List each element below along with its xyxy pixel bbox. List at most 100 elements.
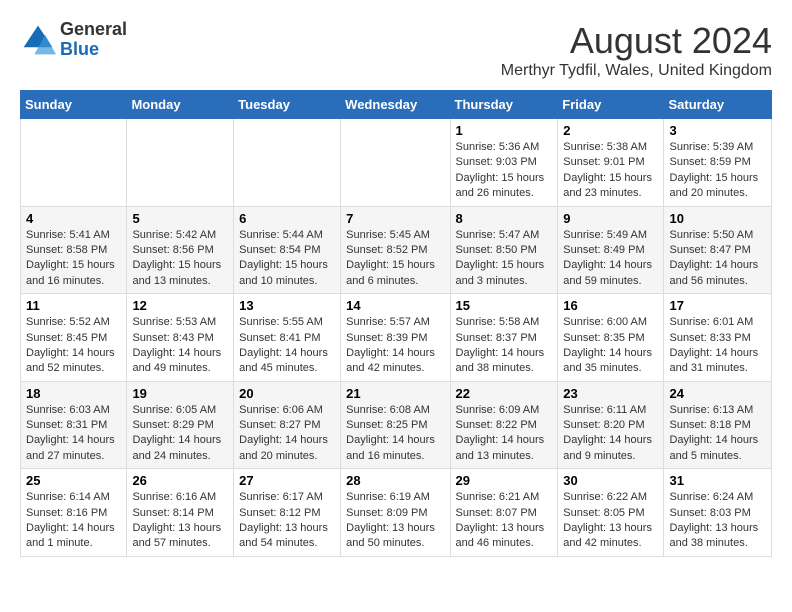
calendar-cell: 13Sunrise: 5:55 AMSunset: 8:41 PMDayligh… (234, 294, 341, 382)
weekday-header-row: SundayMondayTuesdayWednesdayThursdayFrid… (21, 91, 772, 119)
cell-info: Sunset: 8:59 PM (669, 155, 766, 170)
day-number: 3 (669, 123, 766, 138)
calendar-cell: 15Sunrise: 5:58 AMSunset: 8:37 PMDayligh… (450, 294, 558, 382)
calendar-cell: 28Sunrise: 6:19 AMSunset: 8:09 PMDayligh… (341, 469, 450, 557)
cell-info: Daylight: 14 hours and 59 minutes. (563, 258, 658, 289)
day-number: 22 (456, 386, 553, 401)
cell-info: Sunrise: 5:52 AM (26, 315, 121, 330)
weekday-header-monday: Monday (127, 91, 234, 119)
cell-info: Daylight: 14 hours and 13 minutes. (456, 433, 553, 464)
calendar-table: SundayMondayTuesdayWednesdayThursdayFrid… (20, 90, 772, 557)
cell-info: Sunrise: 6:22 AM (563, 490, 658, 505)
calendar-cell: 8Sunrise: 5:47 AMSunset: 8:50 PMDaylight… (450, 206, 558, 294)
day-number: 25 (26, 473, 121, 488)
day-number: 1 (456, 123, 553, 138)
calendar-cell: 4Sunrise: 5:41 AMSunset: 8:58 PMDaylight… (21, 206, 127, 294)
day-number: 12 (132, 298, 228, 313)
calendar-cell: 2Sunrise: 5:38 AMSunset: 9:01 PMDaylight… (558, 119, 664, 207)
cell-info: Sunrise: 6:03 AM (26, 403, 121, 418)
calendar-cell: 25Sunrise: 6:14 AMSunset: 8:16 PMDayligh… (21, 469, 127, 557)
cell-info: Sunrise: 5:57 AM (346, 315, 444, 330)
calendar-cell: 31Sunrise: 6:24 AMSunset: 8:03 PMDayligh… (664, 469, 772, 557)
weekday-header-saturday: Saturday (664, 91, 772, 119)
cell-info: Daylight: 14 hours and 52 minutes. (26, 346, 121, 377)
cell-info: Sunrise: 6:00 AM (563, 315, 658, 330)
day-number: 28 (346, 473, 444, 488)
day-number: 8 (456, 211, 553, 226)
cell-info: Sunrise: 6:01 AM (669, 315, 766, 330)
calendar-cell: 9Sunrise: 5:49 AMSunset: 8:49 PMDaylight… (558, 206, 664, 294)
cell-info: Daylight: 13 hours and 46 minutes. (456, 521, 553, 552)
day-number: 27 (239, 473, 335, 488)
day-number: 11 (26, 298, 121, 313)
cell-info: Sunset: 8:37 PM (456, 331, 553, 346)
cell-info: Daylight: 14 hours and 35 minutes. (563, 346, 658, 377)
day-number: 6 (239, 211, 335, 226)
cell-info: Sunset: 8:56 PM (132, 243, 228, 258)
cell-info: Daylight: 15 hours and 20 minutes. (669, 171, 766, 202)
cell-info: Sunrise: 6:11 AM (563, 403, 658, 418)
cell-info: Sunset: 8:33 PM (669, 331, 766, 346)
day-number: 29 (456, 473, 553, 488)
calendar-cell: 21Sunrise: 6:08 AMSunset: 8:25 PMDayligh… (341, 381, 450, 469)
cell-info: Daylight: 14 hours and 27 minutes. (26, 433, 121, 464)
calendar-cell: 30Sunrise: 6:22 AMSunset: 8:05 PMDayligh… (558, 469, 664, 557)
cell-info: Sunrise: 6:24 AM (669, 490, 766, 505)
calendar-cell (341, 119, 450, 207)
cell-info: Sunrise: 5:38 AM (563, 140, 658, 155)
calendar-cell (21, 119, 127, 207)
cell-info: Daylight: 14 hours and 5 minutes. (669, 433, 766, 464)
cell-info: Daylight: 15 hours and 6 minutes. (346, 258, 444, 289)
cell-info: Daylight: 14 hours and 20 minutes. (239, 433, 335, 464)
calendar-cell: 18 Sunrise: 6:03 AMSunset: 8:31 PMDayligh… (21, 381, 127, 469)
calendar-cell: 5Sunrise: 5:42 AMSunset: 8:56 PMDaylight… (127, 206, 234, 294)
cell-info: Sunrise: 5:47 AM (456, 228, 553, 243)
calendar-cell: 27Sunrise: 6:17 AMSunset: 8:12 PMDayligh… (234, 469, 341, 557)
cell-info: Sunrise: 6:21 AM (456, 490, 553, 505)
calendar-cell: 22Sunrise: 6:09 AMSunset: 8:22 PMDayligh… (450, 381, 558, 469)
cell-info: Sunrise: 5:39 AM (669, 140, 766, 155)
week-row-3: 11Sunrise: 5:52 AMSunset: 8:45 PMDayligh… (21, 294, 772, 382)
cell-info: Sunrise: 6:17 AM (239, 490, 335, 505)
cell-info: Daylight: 14 hours and 24 minutes. (132, 433, 228, 464)
cell-info: Daylight: 14 hours and 38 minutes. (456, 346, 553, 377)
cell-info: Sunrise: 6:06 AM (239, 403, 335, 418)
cell-info: Sunset: 8:50 PM (456, 243, 553, 258)
location-text: Merthyr Tydfil, Wales, United Kingdom (501, 62, 772, 80)
logo: General Blue (20, 20, 127, 60)
cell-info: Sunset: 8:14 PM (132, 506, 228, 521)
cell-info: Sunset: 8:41 PM (239, 331, 335, 346)
cell-info: Sunset: 8:35 PM (563, 331, 658, 346)
calendar-cell: 12Sunrise: 5:53 AMSunset: 8:43 PMDayligh… (127, 294, 234, 382)
title-block: August 2024 Merthyr Tydfil, Wales, Unite… (501, 20, 772, 80)
day-number: 2 (563, 123, 658, 138)
weekday-header-tuesday: Tuesday (234, 91, 341, 119)
calendar-cell: 16 Sunrise: 6:00 AMSunset: 8:35 PMDayligh… (558, 294, 664, 382)
cell-info: Sunrise: 5:55 AM (239, 315, 335, 330)
cell-info: Daylight: 15 hours and 26 minutes. (456, 171, 553, 202)
day-number: 16 (563, 298, 658, 313)
calendar-cell: 11Sunrise: 5:52 AMSunset: 8:45 PMDayligh… (21, 294, 127, 382)
cell-info: Sunset: 8:18 PM (669, 418, 766, 433)
cell-info: Sunset: 8:22 PM (456, 418, 553, 433)
day-number: 13 (239, 298, 335, 313)
cell-info: Daylight: 13 hours and 50 minutes. (346, 521, 444, 552)
cell-info: Sunset: 8:47 PM (669, 243, 766, 258)
day-number: 18 (26, 386, 121, 401)
day-number: 19 (132, 386, 228, 401)
calendar-cell: 19Sunrise: 6:05 AMSunset: 8:29 PMDayligh… (127, 381, 234, 469)
cell-info: Sunset: 8:43 PM (132, 331, 228, 346)
cell-info: Sunset: 8:31 PM (26, 418, 121, 433)
weekday-header-thursday: Thursday (450, 91, 558, 119)
cell-info: Daylight: 15 hours and 23 minutes. (563, 171, 658, 202)
page-header: General Blue August 2024 Merthyr Tydfil,… (20, 20, 772, 80)
cell-info: Sunrise: 5:45 AM (346, 228, 444, 243)
day-number: 30 (563, 473, 658, 488)
cell-info: Sunset: 8:52 PM (346, 243, 444, 258)
calendar-cell: 7Sunrise: 5:45 AMSunset: 8:52 PMDaylight… (341, 206, 450, 294)
weekday-header-sunday: Sunday (21, 91, 127, 119)
cell-info: Daylight: 14 hours and 56 minutes. (669, 258, 766, 289)
cell-info: Daylight: 14 hours and 42 minutes. (346, 346, 444, 377)
cell-info: Sunrise: 6:05 AM (132, 403, 228, 418)
cell-info: Daylight: 14 hours and 1 minute. (26, 521, 121, 552)
